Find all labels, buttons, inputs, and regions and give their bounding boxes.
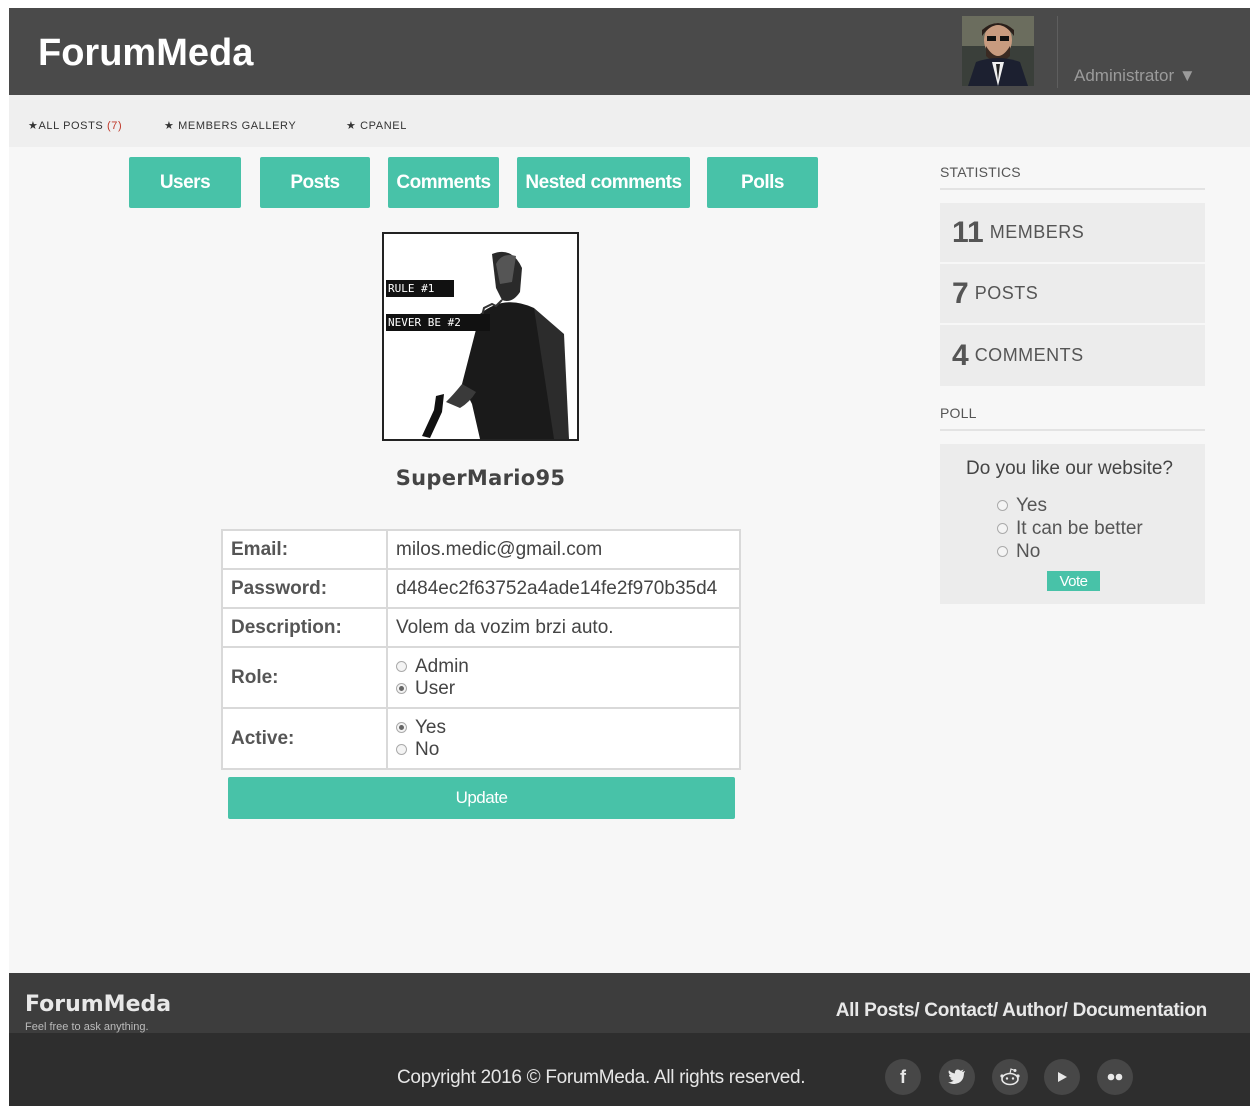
- footer-tagline: Feel free to ask anything.: [25, 1021, 149, 1033]
- reddit-icon[interactable]: [992, 1059, 1028, 1095]
- radio-button[interactable]: [396, 744, 407, 755]
- user-edit-form: Email: milos.medic@gmail.com Password: d…: [221, 529, 741, 770]
- role-label: Role:: [221, 646, 388, 709]
- youtube-icon[interactable]: [1044, 1059, 1080, 1095]
- poll-option-label: Yes: [1016, 494, 1047, 516]
- email-label: Email:: [221, 529, 388, 570]
- poll-heading: POLL: [940, 405, 1205, 431]
- footer-link-documentation[interactable]: Documentation: [1073, 1000, 1208, 1021]
- active-options: Yes No: [386, 707, 741, 770]
- nav-members-gallery[interactable]: ★ MEMBERS GALLERY: [164, 119, 296, 132]
- stat-label: comments: [974, 345, 1084, 365]
- footer-link-all-posts[interactable]: All Posts/: [836, 1000, 920, 1021]
- poll-option-no[interactable]: No: [997, 540, 1143, 563]
- description-label: Description:: [221, 607, 388, 648]
- footer-link-contact[interactable]: Contact/: [924, 1000, 998, 1021]
- stat-number: 11: [952, 215, 984, 249]
- nav-all-posts[interactable]: ★ALL POSTS (7): [28, 119, 122, 132]
- radio-button-checked[interactable]: [396, 722, 407, 733]
- active-option-yes[interactable]: Yes: [396, 717, 731, 739]
- footer-links: All Posts/ Contact/ Author/ Documentatio…: [836, 1000, 1208, 1022]
- radio-button[interactable]: [997, 523, 1008, 534]
- image-caption-never: NEVER BE #2: [388, 316, 461, 329]
- radio-button[interactable]: [997, 546, 1008, 557]
- footer-bottom: Copyright 2016 © ForumMeda. All rights r…: [9, 1033, 1250, 1106]
- poll-option-label: It can be better: [1016, 517, 1143, 539]
- vote-button[interactable]: Vote: [1047, 571, 1100, 591]
- stat-posts: 7 posts: [940, 264, 1205, 325]
- stat-label: posts: [974, 283, 1039, 303]
- tab-polls[interactable]: Polls: [707, 157, 818, 208]
- profile-picture: RULE #1 NEVER BE #2: [382, 232, 579, 441]
- copyright-text: Copyright 2016 © ForumMeda. All rights r…: [397, 1067, 806, 1088]
- footer-link-author[interactable]: Author/: [1002, 1000, 1068, 1021]
- poll-option-better[interactable]: It can be better: [997, 517, 1143, 540]
- role-option-admin[interactable]: Admin: [396, 656, 731, 678]
- image-caption-rule: RULE #1: [388, 282, 434, 295]
- statistics-heading: STATISTICS: [940, 164, 1205, 190]
- tab-comments[interactable]: Comments: [388, 157, 499, 208]
- poll-question: Do you like our website?: [966, 458, 1173, 479]
- tab-users[interactable]: Users: [129, 157, 241, 208]
- tab-posts[interactable]: Posts: [260, 157, 370, 208]
- email-field[interactable]: milos.medic@gmail.com: [386, 529, 741, 570]
- active-option-no[interactable]: No: [396, 739, 731, 761]
- user-menu-dropdown[interactable]: Administrator ▼: [1074, 66, 1196, 86]
- update-button[interactable]: Update: [228, 777, 735, 819]
- role-options: Admin User: [386, 646, 741, 709]
- user-avatar[interactable]: [962, 16, 1034, 86]
- stat-members: 11 members: [940, 203, 1205, 264]
- password-label: Password:: [221, 568, 388, 609]
- flickr-icon[interactable]: [1097, 1059, 1133, 1095]
- active-label: Active:: [221, 707, 388, 770]
- nav-all-posts-count: (7): [107, 120, 123, 132]
- radio-button[interactable]: [396, 661, 407, 672]
- description-field[interactable]: Volem da vozim brzi auto.: [386, 607, 741, 648]
- password-field[interactable]: d484ec2f63752a4ade14fe2f970b35d4: [386, 568, 741, 609]
- stat-number: 7: [952, 276, 969, 310]
- footer-top: ForumMeda Feel free to ask anything. All…: [9, 973, 1250, 1033]
- poll-option-yes[interactable]: Yes: [997, 494, 1143, 517]
- active-option-label: No: [415, 738, 440, 760]
- statistics-box: 11 members 7 posts 4 comments: [940, 203, 1205, 386]
- facebook-icon[interactable]: f: [885, 1059, 921, 1095]
- twitter-icon[interactable]: [939, 1059, 975, 1095]
- footer-logo: ForumMeda: [25, 992, 172, 1017]
- nav-cpanel[interactable]: ★ CPANEL: [346, 119, 407, 132]
- active-option-label: Yes: [415, 716, 446, 738]
- role-option-label: User: [415, 677, 456, 699]
- radio-button[interactable]: [997, 500, 1008, 511]
- role-option-label: Admin: [415, 655, 469, 677]
- stat-number: 4: [952, 338, 969, 372]
- radio-button-checked[interactable]: [396, 683, 407, 694]
- profile-username: SuperMario95: [395, 466, 566, 490]
- stat-comments: 4 comments: [940, 325, 1205, 386]
- top-nav: ★ALL POSTS (7) ★ MEMBERS GALLERY ★ CPANE…: [9, 95, 1250, 147]
- poll-box: Do you like our website? Yes It can be b…: [940, 444, 1205, 604]
- poll-option-label: No: [1016, 540, 1041, 562]
- site-logo[interactable]: ForumMeda: [38, 32, 253, 75]
- header-divider: [1057, 16, 1058, 88]
- poll-options: Yes It can be better No: [997, 494, 1143, 563]
- nav-all-posts-label: ★ALL POSTS: [28, 120, 104, 132]
- page: ForumMeda Administrator ▼ ★ALL POSTS (7)…: [9, 8, 1250, 1106]
- tab-nested-comments[interactable]: Nested comments: [517, 157, 690, 208]
- site-header: ForumMeda Administrator ▼: [9, 8, 1250, 95]
- stat-label: members: [989, 222, 1085, 242]
- role-option-user[interactable]: User: [396, 678, 731, 700]
